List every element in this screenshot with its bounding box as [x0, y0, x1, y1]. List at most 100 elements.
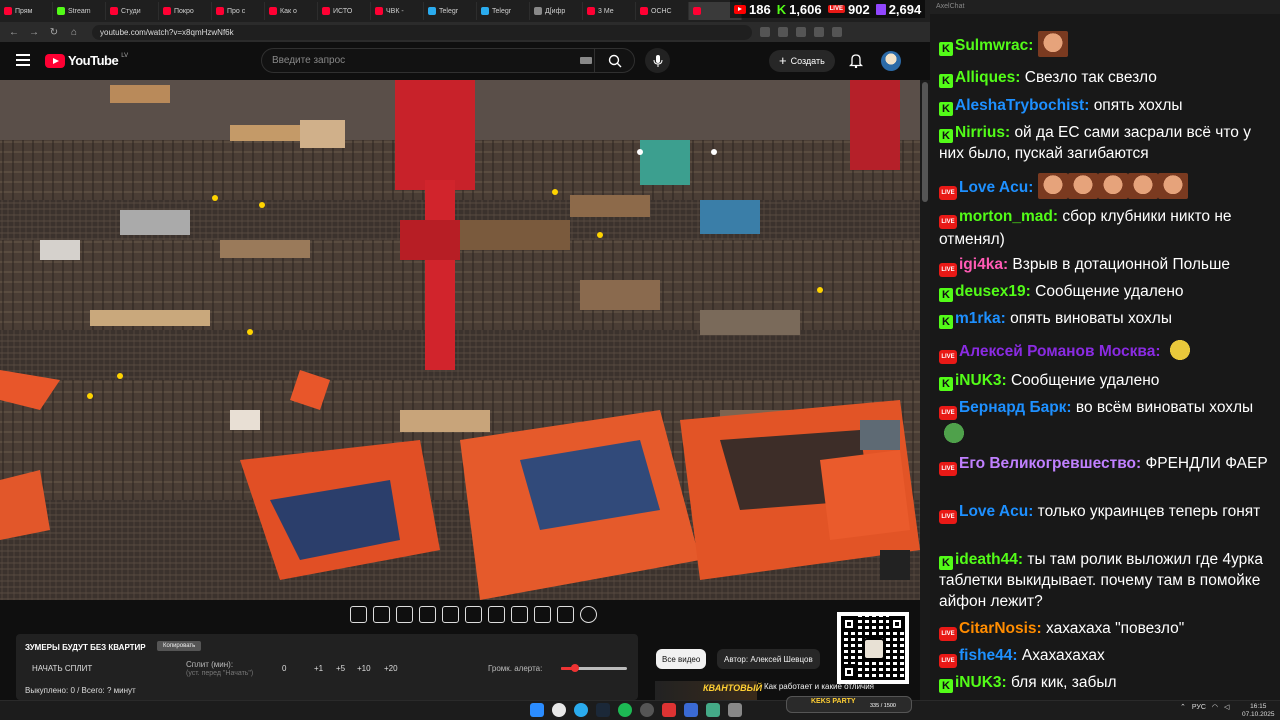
volume-icon[interactable]: ◁: [1224, 703, 1229, 711]
recommended-title[interactable]: Как работает и какие отличия: [764, 682, 874, 691]
extension-icon[interactable]: [832, 27, 842, 37]
tab-favicon-icon: [269, 7, 277, 15]
app-icon[interactable]: [728, 703, 742, 717]
browser-tab[interactable]: ИСТО: [318, 2, 371, 20]
increment-1-button[interactable]: +1: [314, 664, 323, 673]
browser-tab[interactable]: Про с: [212, 2, 265, 20]
chat-username[interactable]: morton_mad:: [959, 208, 1058, 225]
video-player[interactable]: [0, 80, 920, 600]
chat-username[interactable]: ideath44:: [955, 551, 1023, 568]
chrome-icon[interactable]: [552, 703, 566, 717]
browser-tab[interactable]: Telegr: [424, 2, 477, 20]
increment-20-button[interactable]: +20: [384, 664, 398, 673]
tab-label: Про с: [227, 7, 246, 15]
split-hint: (уст. перед "Начать"): [186, 670, 254, 677]
clock[interactable]: 16:15 07.10.2025: [1242, 703, 1275, 719]
browser-tab[interactable]: Студи: [106, 2, 159, 20]
add-icon[interactable]: [534, 606, 551, 623]
pip-icon[interactable]: [465, 606, 482, 623]
chat-username[interactable]: Love Acu:: [959, 503, 1033, 520]
browser-tab[interactable]: 3 Ме: [583, 2, 636, 20]
browser-tab[interactable]: Как о: [265, 2, 318, 20]
obs-icon[interactable]: [640, 703, 654, 717]
chat-username[interactable]: Love Acu:: [959, 179, 1033, 196]
scrollbar-thumb[interactable]: [922, 82, 928, 202]
search-input[interactable]: [262, 49, 562, 72]
start-split-button[interactable]: НАЧАТЬ СПЛИТ: [32, 664, 92, 673]
browser-tab[interactable]: ОСНС: [636, 2, 689, 20]
chat-username[interactable]: Sulmwrac:: [955, 37, 1033, 54]
search-button[interactable]: [594, 49, 634, 72]
chat-username[interactable]: Alliques:: [955, 69, 1020, 86]
extension-icon[interactable]: [760, 27, 770, 37]
author-chip[interactable]: Автор: Алексей Шевцов: [717, 649, 820, 669]
chat-username[interactable]: AleshaTrybochist:: [955, 97, 1089, 114]
extension-icon[interactable]: [796, 27, 806, 37]
chat-username[interactable]: m1rka:: [955, 310, 1006, 327]
alert-volume-knob[interactable]: [571, 664, 579, 672]
browser-tab[interactable]: Telegr: [477, 2, 530, 20]
browser-tab[interactable]: Д[ифр: [530, 2, 583, 20]
browser-tab[interactable]: Прям: [0, 2, 53, 20]
extension-icon[interactable]: [778, 27, 788, 37]
browser-tab[interactable]: Stream: [53, 2, 106, 20]
language-indicator[interactable]: РУС: [1192, 704, 1206, 711]
home-icon[interactable]: ⌂: [68, 27, 80, 38]
wifi-icon[interactable]: ◠: [1212, 703, 1218, 711]
chat-username[interactable]: deusex19:: [955, 283, 1031, 300]
menu-icon[interactable]: [16, 54, 30, 69]
clock-date: 07.10.2025: [1242, 711, 1275, 718]
chat-message: LIVE Love Acu:: [939, 173, 1275, 200]
extension-icon[interactable]: [814, 27, 824, 37]
steam-icon[interactable]: [596, 703, 610, 717]
split-value[interactable]: 0: [282, 664, 286, 673]
loop-icon[interactable]: [350, 606, 367, 623]
chat-username[interactable]: Бернард Барк:: [959, 399, 1072, 416]
youtube-logo[interactable]: YouTube LV: [45, 53, 128, 68]
chat-username[interactable]: iNUK3:: [955, 372, 1007, 389]
back-icon[interactable]: ←: [8, 27, 20, 38]
chevron-up-icon[interactable]: ⌃: [1180, 703, 1186, 711]
tab-label: Stream: [68, 7, 91, 15]
reload-icon[interactable]: ↻: [48, 27, 60, 38]
camera-icon[interactable]: [557, 606, 574, 623]
chat-username[interactable]: igi4ka:: [959, 256, 1008, 273]
cinema-icon[interactable]: [396, 606, 413, 623]
browser-tab[interactable]: ЧВК -: [371, 2, 424, 20]
browser-tab[interactable]: Покро: [159, 2, 212, 20]
all-videos-chip[interactable]: Все видео: [656, 649, 707, 669]
increment-5-button[interactable]: +5: [336, 664, 345, 673]
voice-search-button[interactable]: [645, 48, 670, 73]
start-icon[interactable]: [530, 703, 544, 717]
picture-icon[interactable]: [442, 606, 459, 623]
emote-icon: [1097, 173, 1128, 199]
chat-username[interactable]: Nirrius:: [955, 124, 1010, 141]
expand-icon[interactable]: [511, 606, 528, 623]
chat-username[interactable]: CitarNosis:: [959, 620, 1042, 637]
chat-username[interactable]: Алексей Романов Москва:: [959, 343, 1161, 360]
telegram-icon[interactable]: [574, 703, 588, 717]
app-icon[interactable]: [662, 703, 676, 717]
forward-icon[interactable]: →: [28, 27, 40, 38]
clapper-icon[interactable]: [419, 606, 436, 623]
keyboard-icon[interactable]: [580, 57, 592, 64]
audio-icon[interactable]: [373, 606, 390, 623]
chat-username[interactable]: iNUK3:: [955, 674, 1007, 691]
app-icon[interactable]: [684, 703, 698, 717]
vk-viewer-count: 902: [847, 1, 870, 17]
create-button[interactable]: + Создать: [769, 50, 835, 72]
copy-button[interactable]: Копировать: [157, 641, 202, 651]
create-label: Создать: [790, 56, 825, 66]
speed-icon[interactable]: [488, 606, 505, 623]
kick-viewer-count: 1,606: [789, 1, 822, 17]
chat-text: бля кик, забыл: [1010, 674, 1117, 691]
spotify-icon[interactable]: [618, 703, 632, 717]
chat-username[interactable]: fishe44:: [959, 647, 1018, 664]
notifications-button[interactable]: [848, 53, 864, 73]
chat-username[interactable]: Его Великогревшество:: [959, 455, 1141, 472]
gear-icon[interactable]: [580, 606, 597, 623]
url-field[interactable]: youtube.com/watch?v=x8qmHzwNf6k: [92, 24, 752, 40]
increment-10-button[interactable]: +10: [357, 664, 371, 673]
avatar[interactable]: [881, 51, 901, 71]
app-icon[interactable]: [706, 703, 720, 717]
